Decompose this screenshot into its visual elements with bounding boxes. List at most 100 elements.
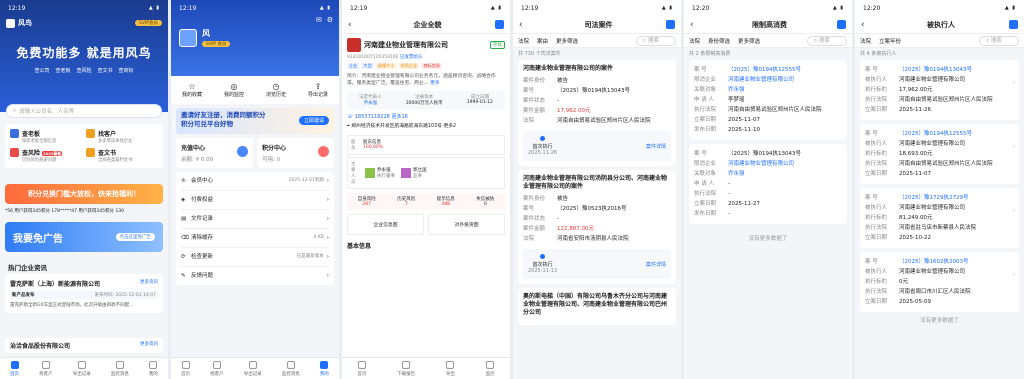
logo-icon[interactable]	[837, 20, 846, 29]
tile-docs[interactable]: 查文书 全网各类裁判文书	[86, 148, 158, 163]
record-row: 执行法院 -	[694, 189, 842, 199]
back-icon[interactable]: ‹	[519, 20, 531, 30]
vip-badge[interactable]: SVIP 会员	[202, 41, 231, 47]
menu-item[interactable]: ◈ 付费权益 ›	[181, 191, 329, 210]
debtor-card[interactable]: 案 号 （2025）豫0194执13043号 被执行人 河南建业物业管理有限公司 执…	[860, 60, 1019, 120]
tile-risk[interactable]: 查风险 2025最新 识别风险规避问题	[10, 148, 82, 163]
case-number[interactable]: （2025）豫1602执2003号	[899, 257, 1014, 267]
tab-me[interactable]: 我的	[320, 360, 329, 377]
address[interactable]: 郑州经济技术开发区航海路航海东路103号 更多2	[351, 124, 456, 129]
logo-icon[interactable]	[495, 20, 504, 29]
tab-customers[interactable]: 找客户	[39, 360, 53, 377]
case-card[interactable]: 河南建业物业管理有限公司汤阴县分公司、河南建业物业管理有限公司的案件 案件身份 被…	[518, 170, 676, 284]
tab-home[interactable]: 首页	[181, 360, 190, 377]
invite-button[interactable]: 立即邀请	[298, 116, 329, 125]
debtor-card[interactable]: 案 号 （2025）豫0194执12555号 被执行人 河南建业物业管理有限公司 执…	[860, 124, 1019, 184]
points-card[interactable]: 积分中心 可用: 0	[257, 138, 334, 168]
case-detail-link[interactable]: 案件详情	[646, 143, 666, 150]
tab-home[interactable]: 首页	[10, 360, 19, 377]
message-icon[interactable]: ✉	[316, 16, 322, 24]
company-link[interactable]: 河南建业物业管理有限公司	[728, 75, 842, 85]
search-input[interactable]: ⌕ 搜索	[979, 35, 1019, 46]
monitor-action[interactable]: 监控	[486, 360, 495, 377]
tab-customers[interactable]: 找客户	[210, 360, 224, 377]
tile-boss[interactable]: 查老板 探索老板全貌信息	[10, 129, 82, 144]
tab-monitor[interactable]: 监控消息	[282, 360, 300, 377]
news-card[interactable]: 治洽食品股份有限公司 更多资讯	[5, 338, 163, 353]
cause-filter[interactable]: 案由	[537, 37, 548, 45]
nav-bar: ‹ 企业全貌	[342, 16, 510, 34]
more-news-link[interactable]: 更多资讯	[140, 341, 158, 350]
court-filter[interactable]: 法院	[518, 37, 529, 45]
logo-icon[interactable]	[666, 20, 675, 29]
menu-item[interactable]: ⟳ 检查更新 已是最新版本 ›	[181, 248, 329, 267]
menu-item[interactable]: ⌫ 清除缓存 0 KB ›	[181, 229, 329, 248]
history-link[interactable]: ◷ 浏览历史	[266, 82, 286, 98]
search-input[interactable]: ⌕ 搜索	[807, 35, 847, 46]
download-report[interactable]: 下载报告	[397, 360, 415, 377]
debtor-card[interactable]: 案 号 （2025）豫1602执2003号 被执行人 河南建业物业管理有限公司 执行…	[860, 252, 1019, 312]
favorites-link[interactable]: ☆ 我的收藏	[182, 82, 202, 98]
back-icon[interactable]: ‹	[348, 20, 360, 30]
export-link[interactable]: ⇪ 导出记录	[308, 82, 328, 98]
ad-banner[interactable]: 我要免广告 点击这里免广告	[5, 222, 163, 252]
case-number[interactable]: （2025）豫0194执12555号	[728, 65, 842, 75]
export-action[interactable]: 导出	[446, 360, 455, 377]
tab-monitor[interactable]: 监控消息	[111, 360, 129, 377]
company-link[interactable]: 河南建业物业管理有限公司	[728, 159, 842, 169]
role-filter[interactable]: 身份筛选	[708, 37, 730, 45]
field-value: 河南自由贸易试验区郑州片区人民法院	[899, 97, 993, 103]
field-value: -	[728, 181, 730, 187]
monitor-link[interactable]: ◎ 我的监控	[224, 82, 244, 98]
risk-summary[interactable]: 自身风险 267 历史风险 7 提示信息 488 失信被执 0	[347, 193, 505, 210]
intro-more-link[interactable]: 更多	[430, 81, 440, 86]
news-card[interactable]: 雷克萨斯（上海）新能源有限公司 更多资讯 新产品发布 发布时间: 2025-12-0…	[5, 274, 163, 313]
year-filter[interactable]: 立案年份	[879, 37, 901, 45]
back-icon[interactable]: ‹	[861, 20, 873, 30]
search-input[interactable]: ⌕ 请输入公司名、人名等	[6, 104, 162, 118]
back-icon[interactable]: ‹	[690, 20, 702, 30]
more-filter[interactable]: 更多筛选	[738, 37, 760, 45]
case-card[interactable]: 河南建业物业管理有限公司的案件 案件身份 被告 案号 （2025）豫0194执130…	[518, 60, 676, 166]
phone-number[interactable]: 18537118228 更多16	[355, 114, 408, 120]
menu-item[interactable]: ✎ 反馈问题 ›	[181, 267, 329, 285]
menu-item[interactable]: ▤ 文件记录 ›	[181, 210, 329, 229]
field-key: 发布日期	[694, 127, 717, 133]
tab-me[interactable]: 我的	[149, 360, 158, 377]
menu-item[interactable]: ♔ 会员中心 2025-12-01到期 ›	[181, 172, 329, 191]
record-card[interactable]: 案 号 （2025）豫0194执12555号 限消企业 河南建业物业管理有限公司 关…	[689, 60, 847, 140]
tab-home[interactable]: 首页	[357, 360, 366, 377]
tab-exports[interactable]: 导出记录	[73, 360, 91, 377]
investment-graph-button[interactable]: 对外投资图	[428, 214, 505, 235]
case-number[interactable]: （2025）豫1729执2729号	[899, 193, 1014, 203]
legal-rep[interactable]: 乔永强	[359, 100, 382, 106]
shareholder-card[interactable]: 股东 股东信息 100.00%	[347, 135, 505, 155]
logo-icon[interactable]	[1009, 20, 1018, 29]
avatar[interactable]	[179, 28, 197, 47]
court-filter[interactable]: 法院	[860, 37, 871, 45]
points-banner[interactable]: 积分兑换门槛大放松，快来抢福利！	[5, 184, 163, 204]
gear-icon[interactable]: ⚙	[327, 16, 333, 24]
record-card[interactable]: 案 号 （2025）豫0194执13043号 限消企业 河南建业物业管理有限公司 关…	[689, 144, 847, 224]
rights-icon: ◈	[181, 197, 186, 203]
more-filter[interactable]: 更多筛选	[556, 37, 578, 45]
search-input[interactable]: ⌕ 搜索	[636, 35, 676, 46]
enterprise-graph-button[interactable]: 企业信息图	[347, 214, 424, 235]
person-link[interactable]: 乔永强	[728, 169, 842, 179]
debtor-card[interactable]: 案 号 （2025）豫1729执2729号 被执行人 河南建业物业管理有限公司 执行…	[860, 188, 1019, 248]
tile-customer[interactable]: 找客户 多多零成本找企业	[86, 129, 158, 144]
invite-banner[interactable]: 邀请好友注册，消费同额积分 积分可兑平台好物 立即邀请	[176, 108, 334, 134]
remove-ad-button[interactable]: 点击这里免广告	[115, 233, 155, 241]
person-link[interactable]: 乔永强	[728, 85, 842, 95]
case-card[interactable]: 奥的斯电梯（中国）有限公司乌鲁木齐分公司与河南建业物业管理有限公司、河南建业物业…	[518, 288, 676, 325]
case-number[interactable]: （2025）豫0194执13043号	[899, 65, 1014, 75]
tab-exports[interactable]: 导出记录	[244, 360, 262, 377]
vip-badge[interactable]: SVIP会员	[135, 20, 162, 26]
case-number[interactable]: （2025）豫0194执12555号	[899, 129, 1014, 139]
more-news-link[interactable]: 更多资讯	[140, 279, 158, 288]
people-card[interactable]: 主要人员 乔永强 执行董事 郭立国 监事	[347, 157, 505, 189]
court-filter[interactable]: 法院	[689, 37, 700, 45]
recharge-card[interactable]: 充值中心 余额: ¥ 0.00	[176, 138, 253, 168]
invoice-badge[interactable]: 已发票抬头	[400, 55, 423, 60]
case-detail-link[interactable]: 案件详情	[646, 261, 666, 268]
